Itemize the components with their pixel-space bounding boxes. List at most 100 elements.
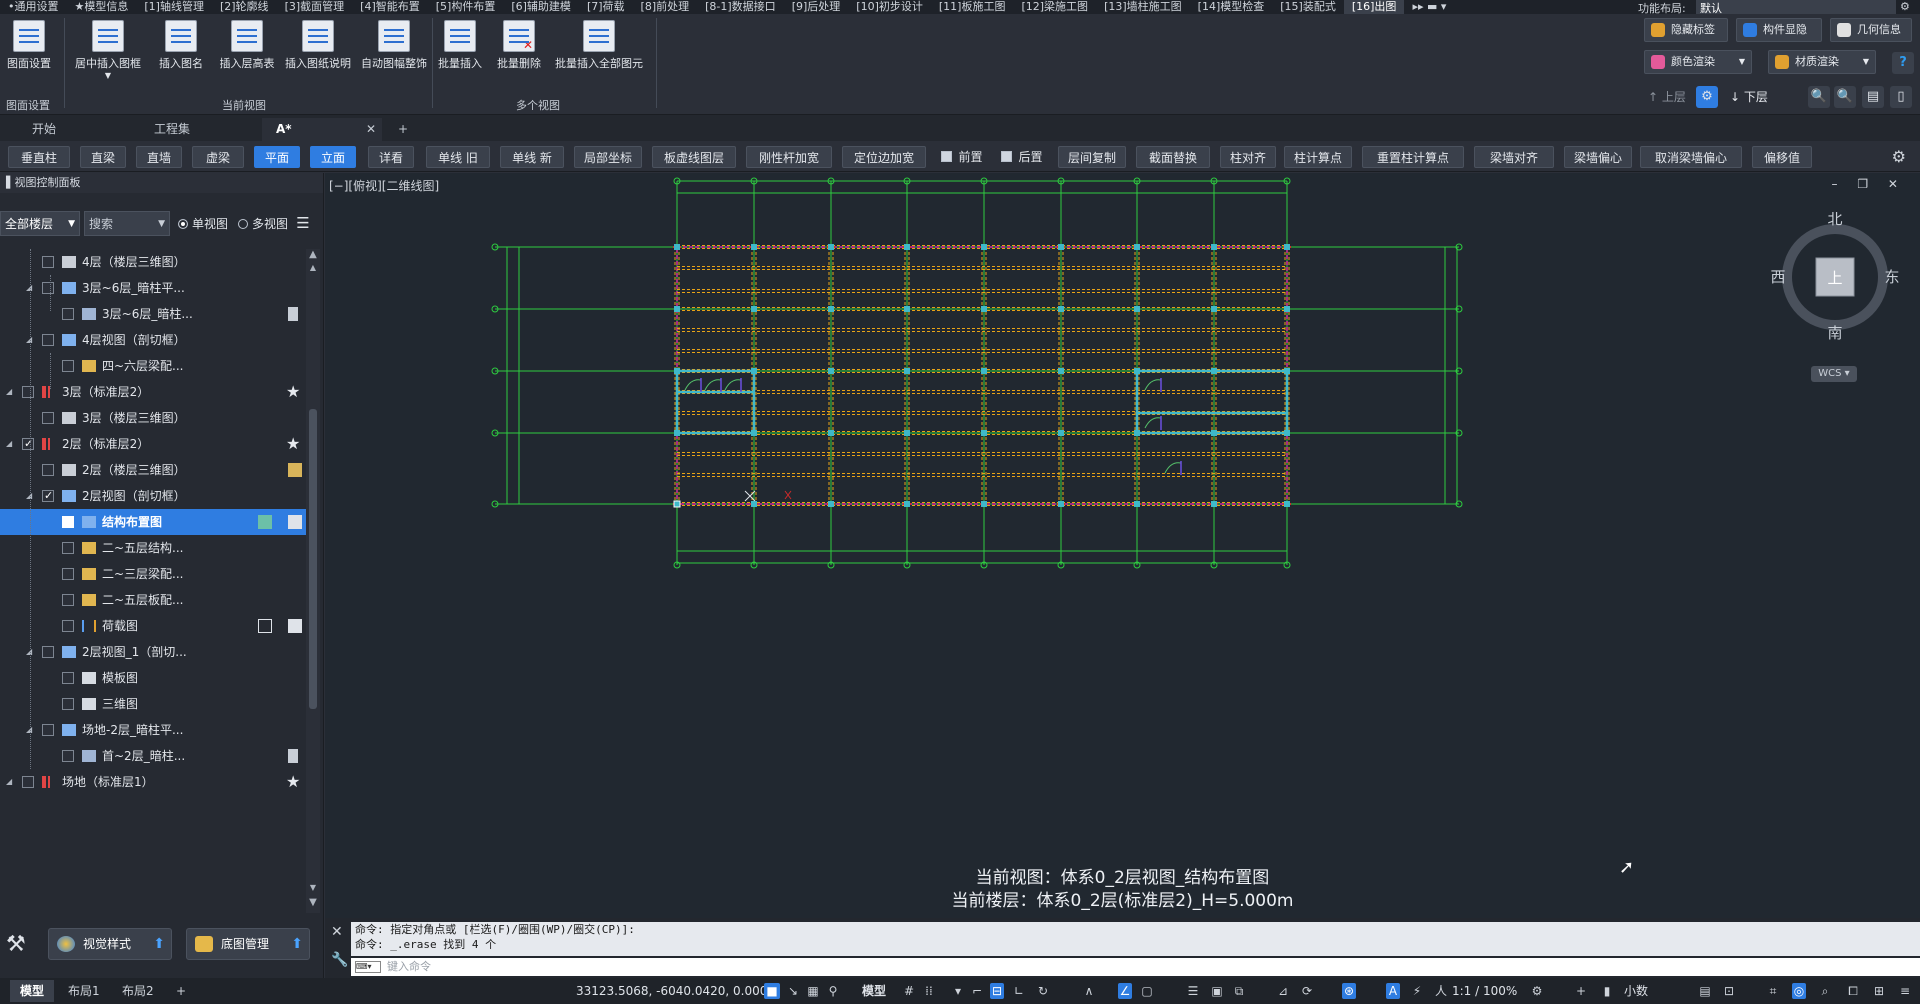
wcs-button[interactable]: WCS ▾ xyxy=(1811,366,1857,382)
viewport-label[interactable]: [−][俯视][二维线图] xyxy=(329,177,439,194)
menu-tab[interactable]: [15]装配式 xyxy=(1272,0,1344,14)
add-tab-button[interactable]: + xyxy=(392,118,416,141)
structural-plan-drawing[interactable] xyxy=(325,173,1920,918)
insert-level-table-button[interactable]: 插入层高表 xyxy=(214,20,280,71)
insert-title-button[interactable]: 插入图名 xyxy=(148,20,214,71)
cmd-button[interactable]: 垂直柱 xyxy=(8,146,70,168)
panel-icon[interactable]: ▯ xyxy=(1890,86,1912,108)
drawing-viewport[interactable]: [−][俯视][二维线图] – ❐ ✕ 当前视图：体系0_2层视图_结构布置图 … xyxy=(325,173,1920,918)
menu-tab[interactable]: [13]墙柱施工图 xyxy=(1096,0,1190,14)
menu-tab[interactable]: [11]板施工图 xyxy=(931,0,1014,14)
wrench-icon[interactable]: 🔧 xyxy=(331,952,348,968)
tree-checkbox[interactable] xyxy=(42,412,54,424)
osnap-icon[interactable]: ∠ xyxy=(1118,983,1132,999)
tree-checkbox[interactable] xyxy=(42,646,54,658)
expand-toggle-icon[interactable]: ◢ xyxy=(6,431,12,457)
tree-row[interactable]: ◢ 3层（标准层2） ★ xyxy=(0,379,306,405)
add-icon[interactable]: + xyxy=(1574,983,1588,999)
cmd-button[interactable]: 梁墙对齐 xyxy=(1474,146,1554,168)
multi-view-radio[interactable]: 多视图 xyxy=(238,215,288,232)
annotation-icon[interactable]: ⧉ xyxy=(1232,983,1246,999)
tree-row[interactable]: 2层（楼层三维图） xyxy=(0,457,306,483)
lower-floor-button[interactable]: ↓ 下层 xyxy=(1730,88,1768,105)
page-setup-button[interactable]: 图面设置 xyxy=(0,20,58,71)
tree-checkbox[interactable] xyxy=(22,386,34,398)
tools-icon[interactable]: ⚒ xyxy=(6,932,26,957)
scroll-up-icon[interactable]: ▲ xyxy=(306,249,320,260)
tree-row[interactable]: ◢2层视图（剖切框） xyxy=(0,483,306,509)
menu-tab[interactable]: [3]截面管理 xyxy=(277,0,353,14)
layout-tab-model[interactable]: 模型 xyxy=(10,980,55,1002)
properties-icon[interactable]: ▤ xyxy=(1698,983,1712,999)
fullscreen-icon[interactable]: ⊞ xyxy=(1872,983,1886,999)
tree-checkbox[interactable] xyxy=(62,594,74,606)
view-style-button[interactable]: 视觉样式 ⬆ xyxy=(48,928,172,960)
isodraft-icon[interactable]: ∟ xyxy=(1012,983,1026,999)
grid-icon[interactable]: # xyxy=(902,983,916,999)
menu-tab[interactable]: [2]轮廓线 xyxy=(212,0,277,14)
auto-fit-frame-button[interactable]: 自动图幅整饰 xyxy=(356,20,432,71)
cmd-button[interactable]: 柱计算点 xyxy=(1284,146,1352,168)
tree-checkbox[interactable] xyxy=(42,464,54,476)
cmd-button[interactable]: 偏移值 xyxy=(1752,146,1812,168)
cmd-button[interactable]: 立面 xyxy=(310,146,356,168)
cmd-button[interactable]: 板虚线图层 xyxy=(652,146,736,168)
tree-checkbox[interactable] xyxy=(62,542,74,554)
tree-row[interactable]: 二~三层梁配... xyxy=(0,561,306,587)
tree-row[interactable]: 首~2层_暗柱... xyxy=(0,743,306,769)
menu-tab[interactable]: [8]前处理 xyxy=(633,0,698,14)
chevron-down-icon[interactable]: ▼ xyxy=(70,71,146,80)
checkbox-icon[interactable] xyxy=(941,151,953,162)
batch-delete-button[interactable]: 批量删除 xyxy=(492,20,546,71)
object-track-icon[interactable]: ↻ xyxy=(1036,983,1050,999)
menu-tab[interactable]: [8-1]数据接口 xyxy=(697,0,784,14)
menu-tab[interactable]: [9]后处理 xyxy=(784,0,849,14)
cursor-mode-icon[interactable]: ↘ xyxy=(786,983,800,999)
customize-icon[interactable]: ≡ xyxy=(1898,983,1912,999)
menu-tab[interactable]: •通用设置 xyxy=(0,0,67,14)
batch-insert-all-button[interactable]: 批量插入全部图元 xyxy=(546,20,652,71)
measure-icon[interactable]: ⊿ xyxy=(1276,983,1290,999)
cmd-button[interactable]: 局部坐标 xyxy=(574,146,642,168)
annotation-scale-icon[interactable]: 人 xyxy=(1434,983,1448,999)
insert-frame-center-button[interactable]: 居中插入图框 ▼ xyxy=(70,20,146,80)
menu-icon[interactable]: ☰ xyxy=(294,215,312,233)
cmd-button[interactable]: 重置柱计算点 xyxy=(1362,146,1464,168)
save-icon[interactable] xyxy=(288,619,302,633)
sync-icon[interactable]: ⟳ xyxy=(1300,983,1314,999)
base-manage-button[interactable]: 底图管理 ⬆ xyxy=(186,928,310,960)
hardware-icon[interactable]: ⊡ xyxy=(1722,983,1736,999)
tree-checkbox[interactable] xyxy=(62,308,74,320)
clipboard-icon[interactable] xyxy=(288,307,298,321)
geometry-info-button[interactable]: 几何信息 xyxy=(1830,18,1912,42)
close-tab-icon[interactable]: ✕ xyxy=(366,118,376,141)
scroll-thumb[interactable] xyxy=(309,409,317,709)
quick-props-icon[interactable]: ⌕ xyxy=(1818,983,1832,999)
chevron-down-icon[interactable]: ▾ xyxy=(952,983,964,999)
cmd-button[interactable]: 单线 旧 xyxy=(426,146,490,168)
more-tabs-icon[interactable]: ▸▸ ▬ ▾ xyxy=(1404,0,1454,14)
scroll-up-small-icon[interactable]: ▲ xyxy=(306,263,320,272)
tree-checkbox[interactable] xyxy=(42,724,54,736)
snap-icon[interactable]: ■ xyxy=(764,983,780,999)
tree-row[interactable]: 二~五层板配... xyxy=(0,587,306,613)
star-icon[interactable]: ★ xyxy=(286,431,300,457)
viewcube-compass[interactable]: 上 北 南 西 东 xyxy=(1770,212,1900,342)
gear-icon[interactable]: ⚙ xyxy=(1900,0,1910,13)
transparency-icon[interactable]: ▣ xyxy=(1210,983,1224,999)
compass-east[interactable]: 东 xyxy=(1884,268,1899,286)
expand-toggle-icon[interactable]: ◢ xyxy=(6,769,12,795)
tree-checkbox[interactable] xyxy=(62,672,74,684)
scale-readout[interactable]: 1:1 / 100% xyxy=(1452,983,1517,999)
model-space-toggle[interactable]: 模型 xyxy=(862,983,886,999)
help-icon[interactable]: ? xyxy=(1892,52,1914,74)
component-display-button[interactable]: 构件显隐 xyxy=(1736,18,1822,42)
cmd-button[interactable]: 定位边加宽 xyxy=(842,146,926,168)
tree-row[interactable]: 结构布置图 xyxy=(0,509,306,535)
hide-tags-button[interactable]: 隐藏标签 xyxy=(1644,18,1728,42)
tree-checkbox[interactable] xyxy=(62,509,74,535)
cmd-button[interactable]: 单线 新 xyxy=(500,146,564,168)
image-icon[interactable] xyxy=(288,463,302,477)
tree-row[interactable]: 3层（楼层三维图） xyxy=(0,405,306,431)
polar-icon[interactable]: ⊟ xyxy=(990,983,1004,999)
